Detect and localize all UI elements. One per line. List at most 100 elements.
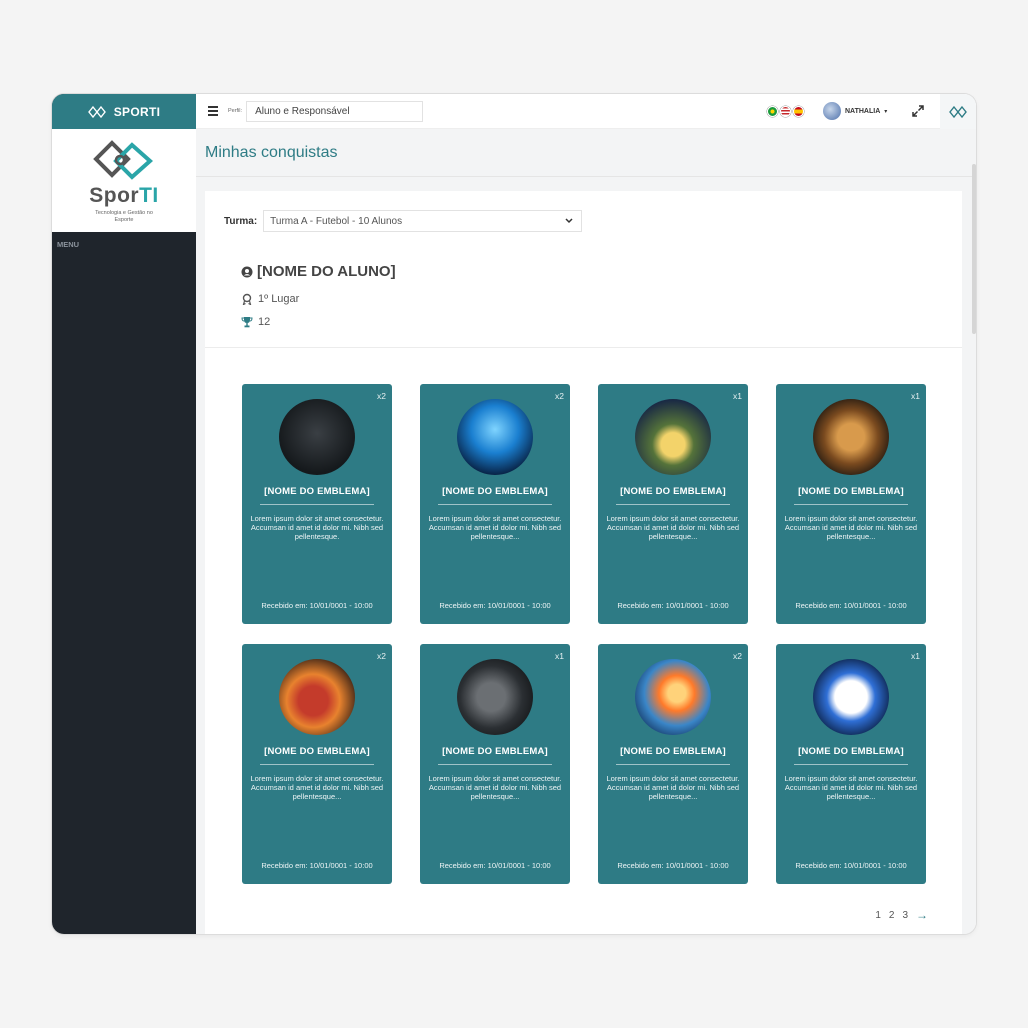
student-name-row: [NOME DO ALUNO] [241,263,396,280]
divider [438,504,552,505]
badge-received-date: Recebido em: 10/01/0001 - 10:00 [617,861,729,870]
badge-players-icon [457,399,533,475]
badge-name: [NOME DO EMBLEMA] [264,486,370,497]
badge-name: [NOME DO EMBLEMA] [620,486,726,497]
badges-grid: x2 [NOME DO EMBLEMA] Lorem ipsum dolor sit… [242,384,926,884]
sporti-logo-icon [87,105,106,118]
scrollbar[interactable] [972,164,976,334]
badge-description: Lorem ipsum dolor sit amet consectetur. … [606,514,740,541]
menu-label: MENU [57,240,80,249]
badge-description: Lorem ipsum dolor sit amet consectetur. … [250,514,384,541]
divider [196,176,976,177]
badge-received-date: Recebido em: 10/01/0001 - 10:00 [261,861,373,870]
trophies-count: 12 [258,316,271,328]
badge-received-date: Recebido em: 10/01/0001 - 10:00 [795,861,907,870]
perfil-field[interactable] [246,100,424,122]
flag-usa-icon[interactable] [780,106,791,117]
language-flags [767,106,804,117]
turma-label: Turma: [224,215,258,227]
trophy-icon [241,317,253,328]
page-3-link[interactable]: 3 [902,910,908,921]
badge-boot-icon [279,659,355,735]
app-window: SPORTI SporTI Tecnologia e Gestão no Esp… [52,94,976,934]
divider [438,764,552,765]
badge-lion-icon [813,399,889,475]
user-circle-icon [241,266,253,277]
badge-card[interactable]: x2 [NOME DO EMBLEMA] Lorem ipsum dolor sit… [598,644,748,884]
hamburger-menu-icon[interactable] [208,106,218,116]
turma-filter: Turma: Turma A - Futebol - 10 Alunos [224,210,583,232]
badge-description: Lorem ipsum dolor sit amet consectetur. … [250,774,384,801]
badge-card[interactable]: x1 [NOME DO EMBLEMA] Lorem ipsum dolor sit… [776,644,926,884]
badge-card[interactable]: x2 [NOME DO EMBLEMA] Lorem ipsum dolor sit… [420,384,570,624]
badge-description: Lorem ipsum dolor sit amet consectetur. … [784,514,918,541]
brand-main: Spor [89,184,140,207]
flag-spain-icon[interactable] [793,106,804,117]
badge-count: x2 [555,391,564,401]
badge-description: Lorem ipsum dolor sit amet consectetur. … [428,514,562,541]
sidebar-header[interactable]: SPORTI [52,94,196,129]
turma-value: Turma A - Futebol - 10 Alunos [270,215,403,227]
badge-count: x1 [911,391,920,401]
divider [616,764,730,765]
ranking-text: 1º Lugar [258,293,300,305]
badge-description: Lorem ipsum dolor sit amet consectetur. … [606,774,740,801]
sidebar: SPORTI SporTI Tecnologia e Gestão no Esp… [52,94,196,934]
student-name: [NOME DO ALUNO] [257,263,396,280]
badge-count: x2 [377,391,386,401]
chevron-down-icon: ▾ [884,108,888,115]
divider [260,764,374,765]
top-bar: Perfil: NATHALIA ▾ [196,94,976,129]
user-name: NATHALIA [845,107,881,115]
badge-card[interactable]: x1 [NOME DO EMBLEMA] Lorem ipsum dolor sit… [776,384,926,624]
badge-name: [NOME DO EMBLEMA] [442,746,548,757]
badge-stadium-icon [635,399,711,475]
badge-count: x1 [555,651,564,661]
brand-accent: TI [139,184,159,207]
pagination: 1 2 3 → [875,908,928,922]
ranking-row: 1º Lugar [241,293,396,305]
badge-count: x2 [733,651,742,661]
badge-name: [NOME DO EMBLEMA] [264,746,370,757]
chevron-down-icon [565,218,573,224]
divider [794,504,908,505]
page-2-link[interactable]: 2 [889,910,895,921]
badge-count: x1 [733,391,742,401]
achievements-panel: Turma: Turma A - Futebol - 10 Alunos [NO… [205,191,962,934]
badge-received-date: Recebido em: 10/01/0001 - 10:00 [439,861,551,870]
page-1-link[interactable]: 1 [875,910,881,921]
badge-count: x1 [911,651,920,661]
sporti-emblem-icon [93,140,154,180]
user-menu[interactable]: NATHALIA ▾ [823,102,887,120]
brand-logo: SporTI Tecnologia e Gestão no Esporte [52,129,196,232]
avatar [823,102,841,120]
badge-flame-icon [635,659,711,735]
badge-received-date: Recebido em: 10/01/0001 - 10:00 [617,601,729,610]
badge-card[interactable]: x2 [NOME DO EMBLEMA] Lorem ipsum dolor sit… [242,644,392,884]
app-name: SPORTI [113,104,161,119]
topbar-logo [940,94,976,129]
fullscreen-icon[interactable] [912,105,924,117]
trophies-row: 12 [241,316,396,328]
badge-count: x2 [377,651,386,661]
badge-whistle-icon [457,659,533,735]
badge-ball-icon [813,659,889,735]
brand-name: SporTI [89,184,159,208]
divider [794,764,908,765]
badge-description: Lorem ipsum dolor sit amet consectetur. … [784,774,918,801]
turma-select[interactable]: Turma A - Futebol - 10 Alunos [263,210,583,232]
badge-card[interactable]: x1 [NOME DO EMBLEMA] Lorem ipsum dolor sit… [420,644,570,884]
badge-description: Lorem ipsum dolor sit amet consectetur. … [428,774,562,801]
badge-card[interactable]: x2 [NOME DO EMBLEMA] Lorem ipsum dolor sit… [242,384,392,624]
main-content: Minhas conquistas Turma: Turma A - Futeb… [196,129,976,934]
badge-received-date: Recebido em: 10/01/0001 - 10:00 [439,601,551,610]
flag-brazil-icon[interactable] [767,106,778,117]
arrow-right-icon[interactable]: → [916,908,928,922]
brand-tagline: Tecnologia e Gestão no Esporte [95,210,153,223]
badge-name: [NOME DO EMBLEMA] [798,746,904,757]
divider [205,347,962,348]
badge-card[interactable]: x1 [NOME DO EMBLEMA] Lorem ipsum dolor sit… [598,384,748,624]
page-title: Minhas conquistas [205,144,338,161]
student-summary: [NOME DO ALUNO] 1º Lugar 12 [241,263,396,328]
badge-name: [NOME DO EMBLEMA] [798,486,904,497]
